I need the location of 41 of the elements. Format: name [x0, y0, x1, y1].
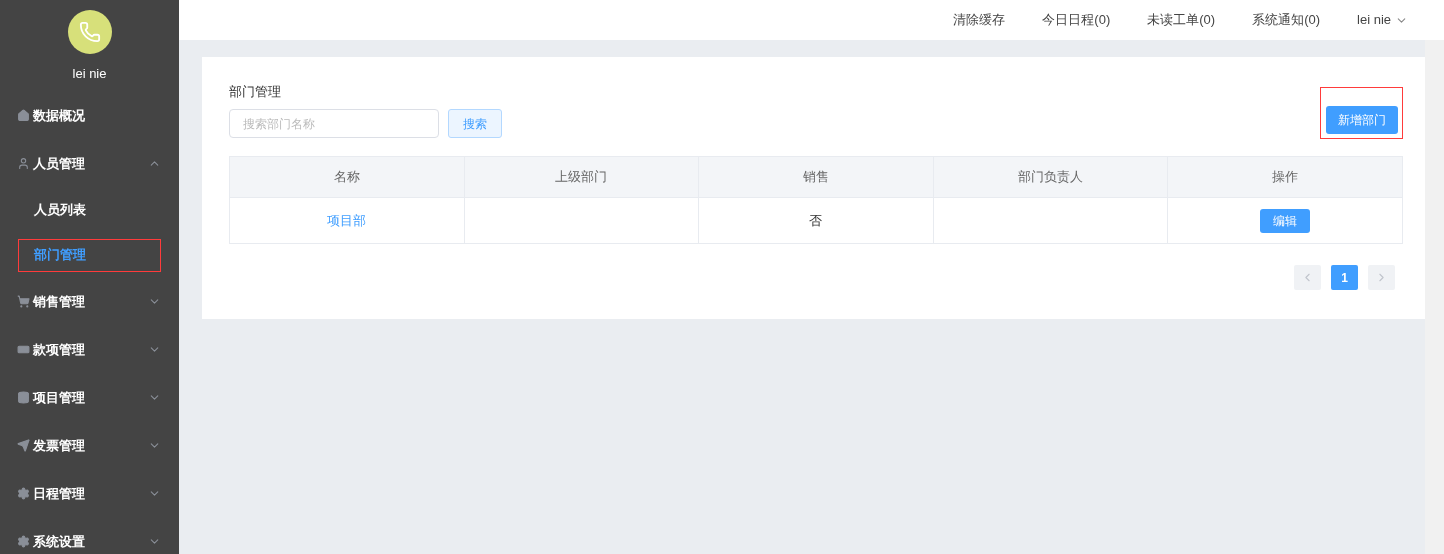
- sidebar-item[interactable]: 发票管理: [0, 421, 179, 470]
- table-cell: 否: [698, 197, 934, 244]
- column-header: 上级部门: [464, 156, 699, 198]
- sidebar-item[interactable]: 日程管理: [0, 469, 179, 518]
- sidebar-item-label: 日程管理: [33, 484, 85, 503]
- user-name: lei nie: [72, 65, 107, 83]
- sidebar-item[interactable]: 款项管理: [0, 325, 179, 374]
- previous-page-button[interactable]: [1294, 265, 1321, 290]
- panel-title: 部门管理: [229, 83, 282, 100]
- sidebar-item-label: 系统设置: [33, 532, 85, 551]
- sidebar-item[interactable]: 项目管理: [0, 373, 179, 422]
- sidebar-item[interactable]: 人员管理: [0, 139, 179, 188]
- submenu-item[interactable]: 人员列表: [19, 194, 160, 226]
- sidebar-item-label: 人员管理: [33, 154, 85, 173]
- phone-icon: [78, 21, 101, 43]
- paper-plane-icon: [17, 439, 30, 452]
- column-header: 销售: [698, 156, 934, 198]
- user-icon: [17, 157, 30, 170]
- column-header: 名称: [229, 156, 465, 198]
- settings-icon: [17, 535, 30, 548]
- column-header: 操作: [1167, 156, 1403, 198]
- sidebar-item[interactable]: 数据概况: [0, 91, 179, 140]
- column-header: 部门负责人: [933, 156, 1168, 198]
- home-icon: [17, 109, 30, 122]
- sidebar-item[interactable]: 系统设置: [0, 517, 179, 554]
- cart-icon: [17, 295, 30, 308]
- search-field[interactable]: 搜索部门名称: [229, 109, 439, 138]
- settings-icon: [17, 487, 30, 500]
- sidebar-item-label: 发票管理: [33, 436, 85, 455]
- sidebar-item-label: 款项管理: [33, 340, 85, 359]
- next-page-button[interactable]: [1368, 265, 1395, 290]
- user-menu[interactable]: lei nie: [1357, 10, 1408, 30]
- submenu-item[interactable]: 部门管理: [19, 239, 160, 271]
- sidebar-item-label: 销售管理: [33, 292, 85, 311]
- top-bar-link[interactable]: 未读工单(0): [1147, 10, 1216, 30]
- top-bar-link[interactable]: 清除缓存: [953, 10, 1006, 30]
- top-bar-link[interactable]: 系统通知(0): [1252, 10, 1321, 30]
- sidebar-item[interactable]: 销售管理: [0, 277, 179, 326]
- sidebar-item-label: 数据概况: [33, 106, 85, 125]
- sidebar-item-label: 项目管理: [33, 388, 85, 407]
- top-bar-link[interactable]: 今日日程(0): [1042, 10, 1111, 30]
